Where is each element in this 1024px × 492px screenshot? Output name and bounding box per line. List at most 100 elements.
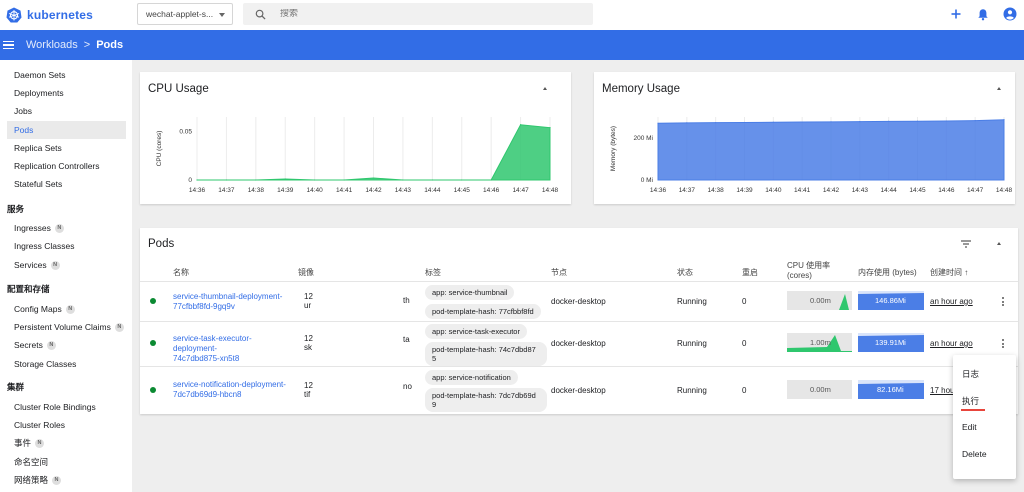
sidebar-item-deployments[interactable]: Deployments bbox=[7, 84, 126, 102]
label-chip: pod-template-hash: 7dc7db69d 9 bbox=[425, 388, 547, 412]
column-header-image: 镜像 bbox=[298, 268, 314, 277]
row-divider bbox=[140, 366, 1018, 367]
x-tick-label: 14:45 bbox=[909, 187, 926, 194]
x-tick-label: 14:39 bbox=[277, 187, 294, 194]
menu-icon[interactable] bbox=[3, 38, 17, 52]
sidebar-item-replica-sets[interactable]: Replica Sets bbox=[7, 139, 126, 157]
chart-data-point bbox=[772, 121, 774, 123]
pod-name-link[interactable]: service-notification-deployment- 7dc7db69… bbox=[173, 380, 295, 400]
label-chip: app: service-notification bbox=[425, 370, 518, 385]
chart-data-point bbox=[372, 177, 375, 179]
filter-icon[interactable] bbox=[960, 239, 972, 249]
kubernetes-wheel-icon bbox=[6, 7, 22, 23]
breadcrumb-workloads[interactable]: Workloads bbox=[26, 39, 78, 51]
sidebar-item-pods[interactable]: Pods bbox=[7, 121, 126, 139]
cpu-usage-chart: 14:36 14:37 14:38 14:39 14:40 14:41 14:42 14:43… bbox=[156, 117, 559, 194]
search-input[interactable] bbox=[280, 9, 580, 19]
namespace-select[interactable]: wechat-applet-s... bbox=[137, 3, 233, 25]
column-header-labels: 标签 bbox=[425, 268, 441, 277]
account-button[interactable] bbox=[1002, 6, 1018, 22]
pod-name-link[interactable]: service-task-executor-deployment- 74c7dbd… bbox=[173, 334, 295, 364]
sidebar-item-config-maps[interactable]: Config Maps N bbox=[7, 300, 126, 318]
menu-item-highlight bbox=[961, 409, 985, 411]
cpu-sparkline: 1.00m bbox=[787, 333, 852, 352]
row-actions-button[interactable] bbox=[1002, 339, 1005, 348]
status-running-icon bbox=[150, 340, 156, 346]
x-tick-label: 14:37 bbox=[218, 187, 235, 194]
sidebar-item-persistent-volume-claims[interactable]: Persistent Volume Claims N bbox=[7, 318, 126, 336]
x-tick-label: 14:48 bbox=[996, 187, 1013, 194]
table-divider bbox=[140, 281, 1018, 282]
search-box[interactable] bbox=[243, 3, 593, 25]
status-cell: Running bbox=[677, 339, 707, 348]
sidebar-item-storage-classes[interactable]: Storage Classes bbox=[7, 355, 126, 373]
x-tick-label: 14:41 bbox=[794, 187, 811, 194]
namespace-value: wechat-applet-s... bbox=[146, 9, 214, 19]
y-axis-label: Memory (bytes) bbox=[610, 126, 617, 171]
sidebar-item-services[interactable]: Services N bbox=[7, 256, 126, 274]
sidebar-item-stateful-sets[interactable]: Stateful Sets bbox=[7, 175, 126, 193]
menu-item-edit[interactable]: Edit bbox=[962, 422, 977, 432]
sidebar-section-config: 配置和存储 bbox=[7, 284, 50, 294]
restarts-cell: 0 bbox=[742, 386, 747, 395]
restarts-cell: 0 bbox=[742, 297, 747, 306]
chart-data-point bbox=[830, 121, 832, 123]
x-tick-label: 14:44 bbox=[881, 187, 898, 194]
sidebar-item-ingress-classes[interactable]: Ingress Classes bbox=[7, 237, 126, 255]
pod-name-link[interactable]: service-thumbnail-deployment- 77cfbbf8fd-… bbox=[173, 292, 293, 312]
row-actions-button[interactable] bbox=[1002, 297, 1005, 306]
nav-bar: Workloads > Pods bbox=[0, 30, 1024, 60]
sidebar-item-network-policies[interactable]: 网络策略 N bbox=[7, 471, 126, 489]
memory-sparkline: 82.16Mi bbox=[858, 380, 924, 399]
sidebar-item-replication-controllers[interactable]: Replication Controllers bbox=[7, 157, 126, 175]
create-button[interactable] bbox=[948, 6, 964, 22]
column-header-status[interactable]: 状态 bbox=[677, 267, 693, 278]
label-overflow-chip: th bbox=[403, 296, 410, 305]
namespaced-badge: N bbox=[52, 475, 62, 485]
menu-item-delete[interactable]: Delete bbox=[962, 449, 987, 459]
column-header-name[interactable]: 名称 bbox=[173, 267, 189, 278]
sidebar-item-jobs[interactable]: Jobs bbox=[7, 102, 126, 120]
sidebar-item-ingresses[interactable]: Ingresses N bbox=[7, 219, 126, 237]
namespaced-badge: N bbox=[50, 260, 60, 270]
created-time-link[interactable]: 17 hou bbox=[930, 386, 954, 395]
memory-sparkline: 146.86Mi bbox=[858, 291, 924, 310]
chart-data-point bbox=[657, 122, 659, 124]
x-tick-label: 14:43 bbox=[395, 187, 412, 194]
x-tick-label: 14:45 bbox=[454, 187, 471, 194]
label-chip: pod-template-hash: 77cfbbf8fd bbox=[425, 304, 541, 319]
menu-item-logs[interactable]: 日志 bbox=[962, 368, 979, 380]
chart-data-point bbox=[255, 179, 257, 181]
breadcrumb-current: Pods bbox=[96, 39, 124, 51]
y-axis-label: CPU (cores) bbox=[156, 131, 163, 167]
image-cell: 12 ur bbox=[304, 292, 313, 310]
menu-item-exec[interactable]: 执行 bbox=[962, 395, 979, 407]
image-cell: 12 tif bbox=[304, 381, 313, 399]
notifications-button[interactable] bbox=[975, 6, 991, 22]
pods-card: Pods 名称 镜像 标签 节点 状态 重启 CPU 使用率 (cores) 内… bbox=[140, 228, 1018, 414]
top-bar: kubernetes wechat-applet-s... bbox=[0, 0, 1024, 30]
chart-data-point bbox=[461, 179, 463, 181]
node-cell: docker-desktop bbox=[551, 339, 606, 348]
chart-data-point bbox=[549, 127, 551, 129]
sidebar: Daemon Sets Deployments Jobs Pods Replic… bbox=[0, 60, 132, 492]
account-icon bbox=[1003, 7, 1017, 21]
sidebar-item-secrets[interactable]: Secrets N bbox=[7, 336, 126, 354]
created-time-link[interactable]: an hour ago bbox=[930, 297, 973, 306]
kubernetes-logo[interactable]: kubernetes bbox=[6, 7, 93, 23]
x-tick-label: 14:46 bbox=[938, 187, 955, 194]
bell-icon bbox=[978, 8, 988, 20]
sidebar-item-events[interactable]: 事件 N bbox=[7, 434, 126, 452]
collapse-pods-icon[interactable] bbox=[997, 242, 1001, 245]
created-time-link[interactable]: an hour ago bbox=[930, 339, 973, 348]
x-tick-label: 14:38 bbox=[248, 187, 265, 194]
top-actions bbox=[948, 6, 1018, 22]
sidebar-item-daemon-sets[interactable]: Daemon Sets bbox=[7, 66, 126, 84]
sidebar-item-namespaces[interactable]: 命名空间 bbox=[7, 453, 126, 471]
sidebar-item-cluster-roles[interactable]: Cluster Roles bbox=[7, 416, 126, 434]
y-tick-label: 0.05 bbox=[179, 129, 192, 136]
sidebar-item-cluster-role-bindings[interactable]: Cluster Role Bindings bbox=[7, 398, 126, 416]
column-header-created[interactable]: 创建时间 ↑ bbox=[930, 267, 968, 278]
column-header-restarts[interactable]: 重启 bbox=[742, 267, 758, 278]
column-header-node[interactable]: 节点 bbox=[551, 267, 567, 278]
